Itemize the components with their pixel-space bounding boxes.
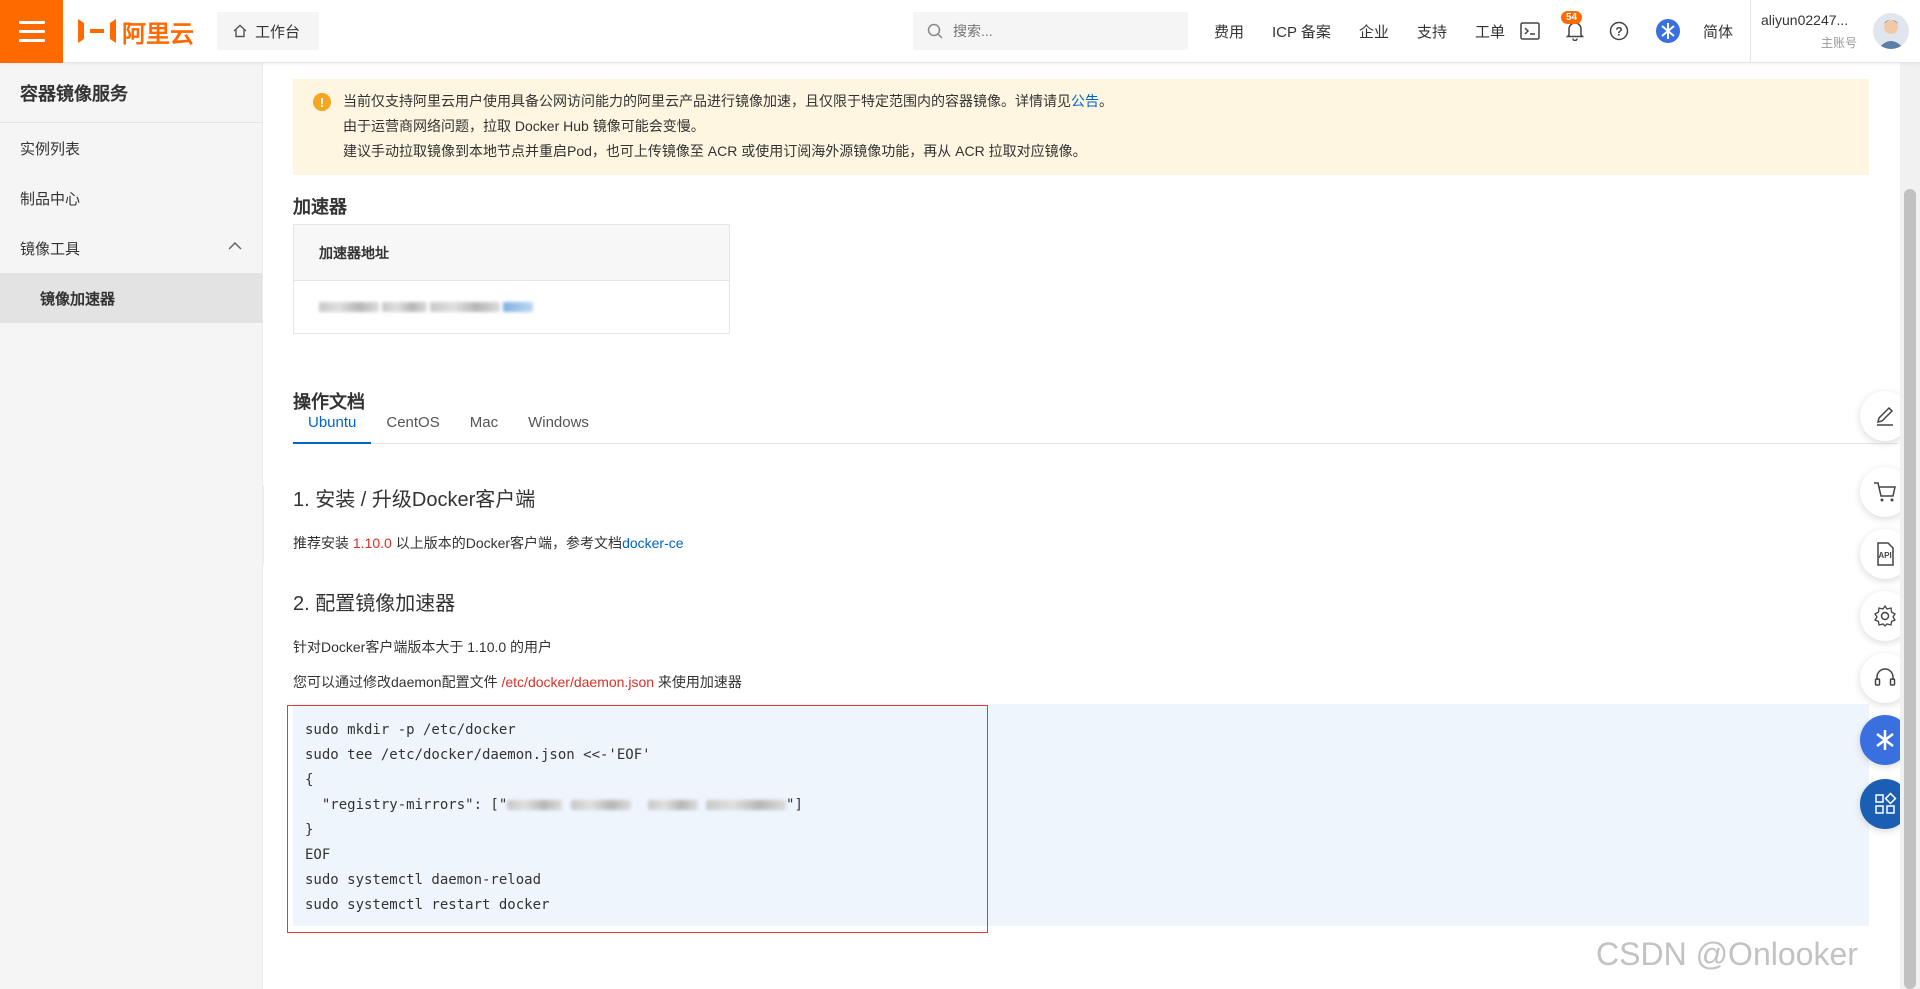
avatar[interactable] bbox=[1873, 13, 1909, 49]
account-name: aliyun02247... bbox=[1761, 12, 1849, 28]
sidebar-item-image-tools[interactable]: 镜像工具 bbox=[0, 223, 262, 273]
search-input[interactable] bbox=[953, 23, 1173, 39]
watermark: CSDN @Onlooker bbox=[1596, 936, 1858, 972]
sidebar-title: 容器镜像服务 bbox=[0, 63, 262, 123]
redacted-text bbox=[430, 302, 500, 312]
sidebar-item-image-accelerator[interactable]: 镜像加速器 bbox=[0, 273, 262, 323]
scrollbar-thumb[interactable] bbox=[1904, 189, 1916, 989]
step1-text: 以上版本的Docker客户端，参考文档 bbox=[391, 535, 623, 551]
warning-icon: ! bbox=[313, 93, 331, 111]
redacted-text bbox=[382, 302, 427, 312]
code-text: "] bbox=[786, 797, 803, 813]
accelerator-table: 加速器地址 bbox=[293, 224, 730, 334]
announcement-link[interactable]: 公告 bbox=[1071, 93, 1099, 109]
redacted-text bbox=[706, 800, 787, 810]
accelerator-address-header: 加速器地址 bbox=[294, 225, 729, 281]
step2-line-1: 针对Docker客户端版本大于 1.10.0 的用户 bbox=[293, 639, 553, 655]
code-text: "registry-mirrors": [" bbox=[305, 797, 508, 813]
nav-billing[interactable]: 费用 bbox=[1214, 21, 1244, 42]
sidebar-item-label: 制品中心 bbox=[20, 190, 81, 208]
workbench-button[interactable]: 工作台 bbox=[217, 12, 319, 50]
tab-ubuntu[interactable]: Ubuntu bbox=[293, 414, 372, 444]
language-switch[interactable]: 简体 bbox=[1703, 21, 1733, 42]
redacted-text bbox=[647, 800, 698, 810]
hamburger-menu-button[interactable] bbox=[0, 0, 63, 63]
account-menu[interactable]: aliyun02247... 主账号 bbox=[1750, 0, 1920, 63]
step1-title: 1. 安装 / 升级Docker客户端 bbox=[293, 489, 536, 511]
home-icon bbox=[233, 24, 247, 38]
logo-text: 阿里云 bbox=[122, 20, 194, 48]
aliyun-logo[interactable]: 阿里云 bbox=[78, 16, 194, 48]
code-line: sudo systemctl daemon-reload bbox=[305, 872, 542, 888]
code-line: sudo mkdir -p /etc/docker bbox=[305, 722, 516, 738]
ai-assistant-icon[interactable] bbox=[1655, 18, 1681, 44]
account-type: 主账号 bbox=[1821, 36, 1858, 50]
step2-text: 您可以通过修改daemon配置文件 bbox=[293, 674, 502, 690]
top-navigation-bar: 阿里云 工作台 费用 ICP 备案 企业 支持 工单 54 ? 简体 aliyu… bbox=[0, 0, 1920, 63]
notice-line-1: 当前仅支持阿里云用户使用具备公网访问能力的阿里云产品进行镜像加速，且仅限于特定范… bbox=[343, 89, 1869, 114]
notice-text: 。 bbox=[1099, 93, 1113, 109]
notice-banner: ! 当前仅支持阿里云用户使用具备公网访问能力的阿里云产品进行镜像加速，且仅限于特… bbox=[293, 79, 1869, 175]
step1-description: 推荐安装 1.10.0 以上版本的Docker客户端，参考文档docker-ce bbox=[293, 533, 684, 553]
page-scrollbar[interactable] bbox=[1900, 63, 1920, 989]
workbench-label: 工作台 bbox=[255, 23, 301, 41]
code-line: sudo tee /etc/docker/daemon.json <<-'EOF… bbox=[305, 747, 651, 763]
nav-enterprise[interactable]: 企业 bbox=[1359, 21, 1389, 42]
nav-support[interactable]: 支持 bbox=[1417, 21, 1447, 42]
sidebar-item-instances[interactable]: 实例列表 bbox=[0, 123, 262, 173]
sidebar-item-artifact-center[interactable]: 制品中心 bbox=[0, 173, 262, 223]
redacted-text bbox=[507, 800, 563, 810]
nav-ticket[interactable]: 工单 bbox=[1475, 21, 1505, 42]
code-block[interactable]: sudo mkdir -p /etc/docker sudo tee /etc/d… bbox=[287, 705, 988, 933]
aliyun-logo-icon bbox=[78, 19, 116, 43]
svg-text:?: ? bbox=[1615, 25, 1622, 39]
code-line: { bbox=[305, 772, 314, 788]
search-box[interactable] bbox=[913, 12, 1188, 50]
code-line: } bbox=[305, 822, 314, 838]
nav-icp[interactable]: ICP 备案 bbox=[1272, 21, 1331, 42]
notice-line-3: 建议手动拉取镜像到本地节点并重启Pod，也可上传镜像至 ACR 或使用订阅海外源… bbox=[343, 143, 1087, 159]
sidebar: 容器镜像服务 实例列表 制品中心 镜像工具 镜像加速器 bbox=[0, 63, 263, 989]
step2-line-2: 您可以通过修改daemon配置文件 /etc/docker/daemon.jso… bbox=[293, 672, 742, 692]
accelerator-address-value[interactable] bbox=[294, 281, 729, 333]
notice-line-2: 由于运营商网络问题，拉取 Docker Hub 镜像可能会变慢。 bbox=[343, 118, 705, 134]
os-tabs: Ubuntu CentOS Mac Windows bbox=[293, 414, 1898, 444]
step1-text: 推荐安装 bbox=[293, 535, 353, 551]
code-line: "registry-mirrors": [" "] bbox=[305, 793, 970, 818]
tab-centos[interactable]: CentOS bbox=[371, 414, 454, 444]
docs-section-title: 操作文档 bbox=[293, 392, 365, 412]
step2-text: 来使用加速器 bbox=[654, 674, 742, 690]
svg-text:API: API bbox=[1878, 551, 1891, 560]
sidebar-item-label: 实例列表 bbox=[20, 140, 81, 158]
tab-windows[interactable]: Windows bbox=[513, 414, 604, 444]
config-path-highlight: /etc/docker/daemon.json bbox=[501, 674, 655, 690]
version-highlight: 1.10.0 bbox=[352, 535, 392, 551]
redacted-text bbox=[319, 302, 379, 312]
help-icon[interactable]: ? bbox=[1606, 18, 1632, 44]
copy-icon[interactable] bbox=[503, 302, 533, 312]
notification-badge: 54 bbox=[1561, 11, 1583, 24]
sidebar-item-label: 镜像工具 bbox=[20, 240, 81, 258]
redacted-text bbox=[570, 800, 631, 810]
top-nav-links: 费用 ICP 备案 企业 支持 工单 bbox=[1200, 0, 1505, 63]
code-line: sudo systemctl restart docker bbox=[305, 897, 550, 913]
tab-mac[interactable]: Mac bbox=[455, 414, 513, 444]
accelerator-section-title: 加速器 bbox=[293, 197, 347, 217]
chevron-up-icon bbox=[228, 241, 242, 250]
docker-ce-link[interactable]: docker-ce bbox=[622, 535, 683, 551]
step2-title: 2. 配置镜像加速器 bbox=[293, 593, 456, 615]
sidebar-item-label: 镜像加速器 bbox=[40, 290, 116, 308]
code-line: EOF bbox=[305, 847, 331, 863]
search-icon bbox=[927, 23, 943, 39]
notice-text: 当前仅支持阿里云用户使用具备公网访问能力的阿里云产品进行镜像加速，且仅限于特定范… bbox=[343, 93, 1071, 109]
terminal-icon[interactable] bbox=[1517, 18, 1543, 44]
